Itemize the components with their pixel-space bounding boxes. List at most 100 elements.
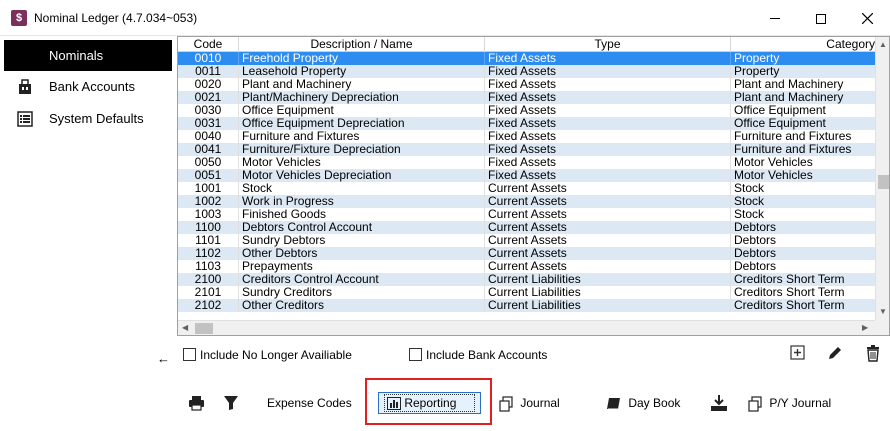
day-book-button[interactable]: Day Book: [606, 392, 680, 414]
table-row[interactable]: 0040 Furniture and Fixtures Fixed Assets Fu…: [178, 130, 881, 143]
checkbox-label: Include Bank Accounts: [426, 348, 548, 362]
expense-codes-button[interactable]: Expense Codes: [267, 392, 352, 414]
table-row[interactable]: 0010 Freehold Property Fixed Assets Propert…: [178, 52, 881, 65]
vertical-scroll-thumb[interactable]: [878, 175, 889, 189]
horizontal-scrollbar[interactable]: ◀ ▶: [178, 320, 875, 335]
cell-category: Office Equipment: [731, 117, 881, 130]
cell-category: Creditors Short Term: [731, 286, 881, 299]
cell-description: Work in Progress: [239, 195, 485, 208]
table-row[interactable]: 0020 Plant and Machinery Fixed Assets Plant…: [178, 78, 881, 91]
include-bank-accounts-checkbox[interactable]: Include Bank Accounts: [409, 347, 547, 363]
cell-code: 0011: [178, 65, 239, 78]
edit-pencil-icon[interactable]: [826, 344, 844, 362]
cell-type: Fixed Assets: [485, 156, 731, 169]
cell-type: Current Assets: [485, 234, 731, 247]
table-row[interactable]: 0011 Leasehold Property Fixed Assets Proper…: [178, 65, 881, 78]
table-row[interactable]: 0051 Motor Vehicles Depreciation Fixed Ass…: [178, 169, 881, 182]
cell-code: 1100: [178, 221, 239, 234]
table-row[interactable]: 1002 Work in Progress Current Assets Stock: [178, 195, 881, 208]
cell-description: Other Debtors: [239, 247, 485, 260]
filter-icon[interactable]: [223, 395, 239, 411]
table-row[interactable]: 1102 Other Debtors Current Assets Debtors: [178, 247, 881, 260]
delete-trash-icon[interactable]: [864, 344, 882, 362]
cell-description: Other Creditors: [239, 299, 485, 312]
table-row[interactable]: 0050 Motor Vehicles Fixed Assets Motor Vehi…: [178, 156, 881, 169]
scroll-right-icon[interactable]: ▶: [862, 323, 868, 332]
table-row[interactable]: 1001 Stock Current Assets Stock: [178, 182, 881, 195]
app-dollar-icon: $: [11, 10, 27, 26]
grid-header: Code Description / Name Type Category: [178, 37, 875, 52]
cell-category: Motor Vehicles: [731, 169, 881, 182]
maximize-icon: [816, 13, 826, 24]
reporting-button[interactable]: Reporting: [378, 392, 481, 414]
maximize-button[interactable]: [798, 0, 844, 36]
horizontal-scroll-thumb[interactable]: [195, 323, 213, 334]
cell-description: Furniture/Fixture Depreciation: [239, 143, 485, 156]
table-row[interactable]: 0021 Plant/Machinery Depreciation Fixed As…: [178, 91, 881, 104]
table-row[interactable]: 0041 Furniture/Fixture Depreciation Fixed …: [178, 143, 881, 156]
download-icon[interactable]: [710, 394, 728, 412]
py-journal-copy-icon: [748, 396, 762, 412]
reporting-label: Reporting: [404, 396, 457, 410]
minimize-icon: [770, 18, 780, 20]
cell-category: Debtors: [731, 247, 881, 260]
cell-category: Plant and Machinery: [731, 91, 881, 104]
scroll-up-icon[interactable]: ▲: [879, 40, 887, 49]
table-row[interactable]: 0030 Office Equipment Fixed Assets Office E…: [178, 104, 881, 117]
table-row[interactable]: 2101 Sundry Creditors Current Liabilities C…: [178, 286, 881, 299]
cell-category: Office Equipment: [731, 104, 881, 117]
cell-type: Current Assets: [485, 208, 731, 221]
close-button[interactable]: [844, 0, 890, 36]
nominals-grid[interactable]: Code Description / Name Type Category 00…: [177, 36, 890, 336]
table-row[interactable]: 1103 Prepayments Current Assets Debtors: [178, 260, 881, 273]
table-row[interactable]: 1100 Debtors Control Account Current Asset…: [178, 221, 881, 234]
cell-type: Fixed Assets: [485, 65, 731, 78]
scroll-corner: [875, 320, 889, 335]
sidebar-item-system-defaults[interactable]: System Defaults: [0, 103, 176, 135]
checkbox-box[interactable]: [183, 348, 196, 361]
sidebar-item-nominals[interactable]: Nominals: [4, 40, 172, 71]
cell-type: Fixed Assets: [485, 52, 731, 65]
column-header-description[interactable]: Description / Name: [239, 37, 485, 52]
cell-code: 0010: [178, 52, 239, 65]
add-icon[interactable]: [789, 344, 807, 362]
cell-category: Furniture and Fixtures: [731, 130, 881, 143]
cell-code: 0021: [178, 91, 239, 104]
py-journal-button[interactable]: P/Y Journal: [747, 392, 831, 414]
cell-code: 0031: [178, 117, 239, 130]
reporting-chart-icon: [387, 397, 401, 411]
cell-code: 0040: [178, 130, 239, 143]
checkbox-box[interactable]: [409, 348, 422, 361]
cell-type: Fixed Assets: [485, 169, 731, 182]
cell-code: 0051: [178, 169, 239, 182]
cell-type: Current Assets: [485, 195, 731, 208]
column-header-category[interactable]: Category: [731, 37, 881, 52]
cell-type: Current Liabilities: [485, 273, 731, 286]
cell-category: Stock: [731, 208, 881, 221]
vertical-scrollbar[interactable]: ▲ ▼: [875, 37, 889, 320]
cell-type: Current Liabilities: [485, 286, 731, 299]
column-header-code[interactable]: Code: [178, 37, 239, 52]
cell-type: Current Assets: [485, 247, 731, 260]
cell-category: Debtors: [731, 234, 881, 247]
table-row[interactable]: 2100 Creditors Control Account Current Lia…: [178, 273, 881, 286]
column-header-type[interactable]: Type: [485, 37, 731, 52]
table-row[interactable]: 1101 Sundry Debtors Current Assets Debtors: [178, 234, 881, 247]
scroll-left-icon[interactable]: ◀: [182, 323, 188, 332]
scroll-down-icon[interactable]: ▼: [879, 307, 887, 316]
cell-description: Debtors Control Account: [239, 221, 485, 234]
minimize-button[interactable]: [752, 0, 798, 36]
cell-description: Office Equipment Depreciation: [239, 117, 485, 130]
include-no-longer-available-checkbox[interactable]: Include No Longer Availiable: [183, 347, 352, 363]
table-row[interactable]: 2102 Other Creditors Current Liabilities Cr…: [178, 299, 881, 312]
cell-code: 1103: [178, 260, 239, 273]
table-row[interactable]: 0031 Office Equipment Depreciation Fixed A…: [178, 117, 881, 130]
cell-description: Office Equipment: [239, 104, 485, 117]
cell-type: Current Assets: [485, 221, 731, 234]
sidebar-item-bank-accounts[interactable]: Bank Accounts: [0, 71, 176, 103]
journal-label: Journal: [520, 396, 560, 410]
collapse-arrow-icon[interactable]: ←: [157, 351, 170, 366]
print-icon[interactable]: [188, 395, 205, 411]
journal-button[interactable]: Journal: [498, 392, 560, 414]
table-row[interactable]: 1003 Finished Goods Current Assets Stock: [178, 208, 881, 221]
